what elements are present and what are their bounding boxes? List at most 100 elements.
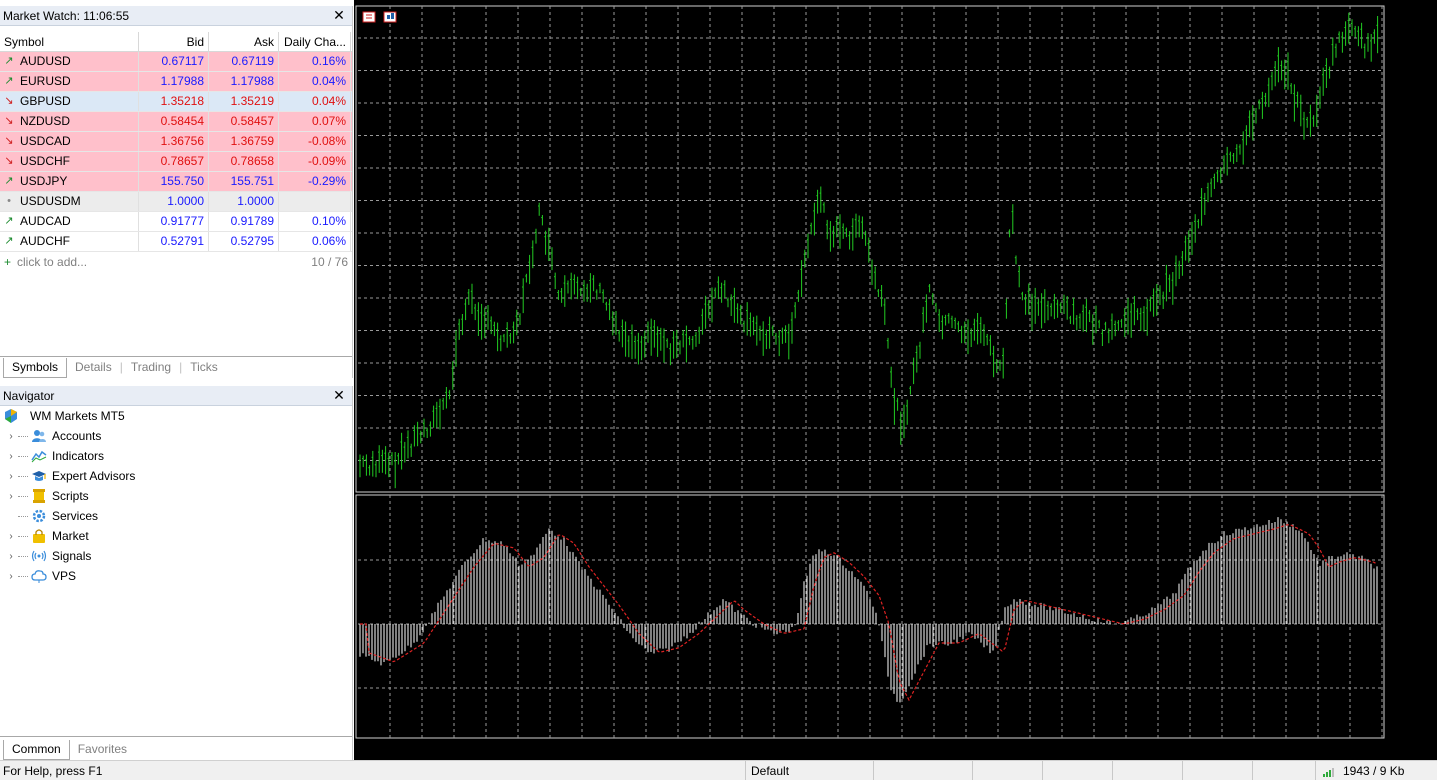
table-row[interactable]: • USDUSDM 1.0000 1.0000 — [0, 192, 352, 212]
symbol-cell: ↗ AUDCHF — [0, 232, 139, 251]
navigator-items: › Accounts › Indicators › Expert Advisors › Scr… — [0, 426, 352, 586]
column-header-daily-change[interactable]: Daily Cha... — [279, 31, 351, 52]
table-header: Symbol Bid Ask Daily Cha... — [0, 31, 352, 52]
symbol-cell: ↘ GBPUSD — [0, 92, 139, 111]
connection-signal-icon[interactable] — [1323, 766, 1337, 780]
tab-favorites[interactable]: Favorites — [70, 740, 135, 760]
tab-common[interactable]: Common — [3, 740, 70, 760]
accounts-icon — [31, 428, 47, 444]
navigator-item-signals[interactable]: › Signals — [0, 546, 352, 566]
tab-details[interactable]: Details — [67, 358, 120, 378]
status-bar: For Help, press F1 Default 1943 / 9 Kb — [0, 760, 1437, 780]
market-watch-title-bar: Market Watch: 11:06:55 ✕ — [0, 6, 352, 26]
status-profile[interactable]: Default — [751, 764, 789, 778]
bid-cell: 1.36756 — [139, 132, 209, 151]
tab-trading[interactable]: Trading — [123, 358, 179, 378]
left-panel: Market Watch: 11:06:55 ✕ Symbol Bid Ask … — [0, 0, 353, 760]
expert-advisors-icon — [31, 468, 47, 484]
ask-cell: 1.17988 — [209, 72, 279, 91]
arrow-down-icon: ↘ — [4, 115, 14, 127]
symbol-cell: ↘ NZDUSD — [0, 112, 139, 131]
change-cell: 0.10% — [279, 212, 351, 231]
change-cell: -0.08% — [279, 132, 351, 151]
change-cell — [279, 192, 351, 211]
chart-settings-icon-bar — [391, 13, 394, 19]
symbol-name: AUDUSD — [20, 54, 71, 68]
navigator-item-label: Indicators — [52, 449, 105, 463]
symbol-cell: ↗ USDJPY — [0, 172, 139, 191]
change-cell: -0.29% — [279, 172, 351, 191]
table-row[interactable]: ↗ AUDCAD 0.91777 0.91789 0.10% — [0, 212, 352, 232]
arrow-down-icon: ↘ — [4, 95, 14, 107]
dot-icon: • — [7, 195, 11, 207]
symbol-cell: • USDUSDM — [0, 192, 139, 211]
ask-cell: 155.751 — [209, 172, 279, 191]
add-symbol-row[interactable]: + click to add... 10 / 76 — [0, 252, 352, 272]
table-row[interactable]: ↘ NZDUSD 0.58454 0.58457 0.07% — [0, 112, 352, 132]
table-row[interactable]: ↘ USDCAD 1.36756 1.36759 -0.08% — [0, 132, 352, 152]
navigator-item-vps[interactable]: › VPS — [0, 566, 352, 586]
add-symbol-label[interactable]: + click to add... — [4, 252, 87, 272]
change-cell: 0.16% — [279, 52, 351, 71]
navigator-root[interactable]: WM Markets MT5 — [0, 406, 352, 426]
symbol-cell: ↘ USDCHF — [0, 152, 139, 171]
table-row[interactable]: ↗ AUDUSD 0.67117 0.67119 0.16% — [0, 52, 352, 72]
status-divider — [1252, 761, 1253, 780]
ask-cell: 1.36759 — [209, 132, 279, 151]
table-row[interactable]: ↗ EURUSD 1.17988 1.17988 0.04% — [0, 72, 352, 92]
chevron-right-icon[interactable]: › — [6, 451, 16, 462]
change-cell: 0.06% — [279, 232, 351, 251]
market-watch-panel: Market Watch: 11:06:55 ✕ Symbol Bid Ask … — [0, 6, 353, 378]
arrow-up-icon: ↗ — [4, 235, 14, 247]
ask-cell: 0.58457 — [209, 112, 279, 131]
navigator-item-label: Market — [52, 529, 89, 543]
tree-connector — [18, 555, 28, 557]
symbol-cell: ↗ EURUSD — [0, 72, 139, 91]
navigator-item-market[interactable]: › Market — [0, 526, 352, 546]
ask-cell: 1.35219 — [209, 92, 279, 111]
navigator-item-services[interactable]: Services — [0, 506, 352, 526]
close-icon[interactable]: ✕ — [332, 387, 346, 404]
symbol-name: GBPUSD — [20, 94, 71, 108]
column-header-symbol[interactable]: Symbol — [0, 31, 139, 52]
status-divider — [1315, 761, 1316, 780]
signals-icon — [31, 548, 47, 564]
column-header-ask[interactable]: Ask — [209, 31, 279, 52]
table-row[interactable]: ↘ GBPUSD 1.35218 1.35219 0.04% — [0, 92, 352, 112]
status-traffic: 1943 / 9 Kb — [1343, 764, 1405, 778]
services-icon — [31, 508, 47, 524]
tab-symbols[interactable]: Symbols — [3, 358, 68, 378]
price-chart[interactable] — [354, 0, 1437, 760]
table-row[interactable]: ↗ USDJPY 155.750 155.751 -0.29% — [0, 172, 352, 192]
chevron-right-icon[interactable]: › — [6, 431, 16, 442]
bid-cell: 0.78657 — [139, 152, 209, 171]
chevron-right-icon[interactable]: › — [6, 491, 16, 502]
plus-icon: + — [4, 255, 12, 269]
table-row[interactable]: ↗ AUDCHF 0.52791 0.52795 0.06% — [0, 232, 352, 252]
chevron-right-icon[interactable]: › — [6, 531, 16, 542]
navigator-item-scripts[interactable]: › Scripts — [0, 486, 352, 506]
navigator-item-expert-advisors[interactable]: › Expert Advisors — [0, 466, 352, 486]
chevron-right-icon[interactable]: › — [6, 471, 16, 482]
navigator-item-accounts[interactable]: › Accounts — [0, 426, 352, 446]
chevron-right-icon[interactable]: › — [6, 571, 16, 582]
tree-connector — [18, 535, 28, 537]
tab-ticks[interactable]: Ticks — [182, 358, 226, 378]
tree-connector — [18, 475, 28, 477]
arrow-up-icon: ↗ — [4, 75, 14, 87]
tree-connector — [18, 455, 28, 457]
symbol-name: AUDCAD — [20, 214, 71, 228]
navigator-item-indicators[interactable]: › Indicators — [0, 446, 352, 466]
chart-window[interactable] — [354, 0, 1437, 760]
table-row[interactable]: ↘ USDCHF 0.78657 0.78658 -0.09% — [0, 152, 352, 172]
navigator-item-label: Expert Advisors — [52, 469, 136, 483]
column-header-bid[interactable]: Bid — [139, 31, 209, 52]
chevron-right-icon[interactable]: › — [6, 551, 16, 562]
close-icon[interactable]: ✕ — [332, 7, 346, 24]
tree-connector — [18, 515, 28, 517]
navigator-root-label: WM Markets MT5 — [30, 409, 125, 423]
symbol-name: EURUSD — [20, 74, 71, 88]
bid-cell: 0.58454 — [139, 112, 209, 131]
chart-trade-icon — [362, 11, 376, 23]
vps-icon — [31, 568, 47, 584]
